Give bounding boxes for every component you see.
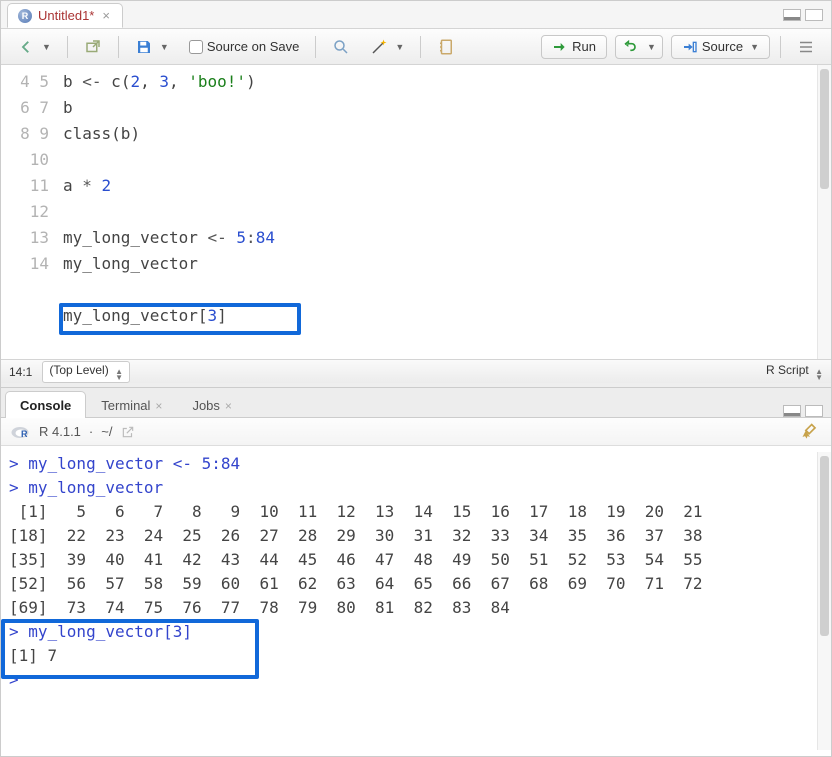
console-output[interactable]: > my_long_vector <- 5:84 > my_long_vecto… xyxy=(1,446,831,756)
find-button[interactable] xyxy=(326,35,356,59)
notebook-icon xyxy=(437,38,455,56)
updown-icon: ▲▼ xyxy=(815,369,823,381)
separator xyxy=(67,36,68,58)
run-button[interactable]: Run xyxy=(541,35,607,59)
rerun-icon xyxy=(622,39,640,55)
goto-dir-icon[interactable] xyxy=(120,425,136,439)
minimize-pane-icon[interactable] xyxy=(783,9,801,21)
search-icon xyxy=(332,38,350,56)
console-scrollbar[interactable] xyxy=(817,452,831,750)
pane-controls xyxy=(783,405,831,417)
wand-icon xyxy=(370,38,388,56)
line-gutter: 4 5 6 7 8 9 10 11 12 13 14 xyxy=(1,65,63,359)
source-pane: R Untitled1* × ▼ ▼ Source on Save xyxy=(1,1,831,387)
file-type-label: R Script xyxy=(766,363,809,377)
chevron-down-icon: ▼ xyxy=(39,42,51,52)
console-header: R R 4.1.1 · ~/ xyxy=(1,418,831,446)
source-on-save-label: Source on Save xyxy=(207,39,300,54)
save-icon xyxy=(135,38,153,56)
close-icon[interactable]: × xyxy=(225,399,232,413)
separator xyxy=(315,36,316,58)
console-tab-strip: Console Terminal× Jobs× xyxy=(1,388,831,418)
compile-report-button[interactable] xyxy=(431,35,461,59)
console-text: > my_long_vector <- 5:84 > my_long_vecto… xyxy=(9,452,817,750)
source-tab-title: Untitled1* xyxy=(38,8,94,23)
arrow-left-icon xyxy=(17,38,35,56)
source-on-save-toggle[interactable]: Source on Save xyxy=(183,36,306,57)
outline-button[interactable] xyxy=(791,35,821,59)
working-dir: ~/ xyxy=(101,424,112,439)
editor-scrollbar[interactable] xyxy=(817,65,831,359)
source-toolbar: ▼ ▼ Source on Save ▼ Run xyxy=(1,29,831,65)
source-button[interactable]: Source ▼ xyxy=(671,35,770,59)
separator xyxy=(780,36,781,58)
pane-controls xyxy=(783,9,831,21)
tab-console[interactable]: Console xyxy=(5,391,86,418)
source-status-bar: 14:1 (Top Level) ▲▼ R Script ▲▼ xyxy=(1,359,831,383)
checkbox-icon xyxy=(189,40,203,54)
separator xyxy=(420,36,421,58)
code-editor[interactable]: 4 5 6 7 8 9 10 11 12 13 14 b <- c(2, 3, … xyxy=(1,65,831,359)
show-in-new-window-button[interactable] xyxy=(78,35,108,59)
scope-label: (Top Level) xyxy=(49,363,108,377)
code-tools-button[interactable]: ▼ xyxy=(364,35,410,59)
tab-terminal[interactable]: Terminal× xyxy=(86,391,177,418)
popout-icon xyxy=(84,38,102,56)
svg-text:R: R xyxy=(21,429,28,439)
code-content[interactable]: b <- c(2, 3, 'boo!') b class(b) a * 2 my… xyxy=(63,65,817,359)
source-tab-strip: R Untitled1* × xyxy=(1,1,831,29)
maximize-pane-icon[interactable] xyxy=(805,9,823,21)
console-sep: · xyxy=(89,424,93,439)
updown-icon: ▲▼ xyxy=(115,369,123,381)
r-file-icon: R xyxy=(18,9,32,23)
nav-back-button[interactable]: ▼ xyxy=(11,35,57,59)
source-icon xyxy=(682,39,698,55)
outline-icon xyxy=(797,38,815,56)
chevron-down-icon: ▼ xyxy=(392,42,404,52)
close-icon[interactable]: × xyxy=(100,8,112,23)
chevron-down-icon: ▼ xyxy=(157,42,169,52)
console-pane: Console Terminal× Jobs× R R 4.1.1 · ~/ >… xyxy=(1,387,831,756)
rerun-button[interactable]: ▼ xyxy=(615,35,663,59)
source-tab[interactable]: R Untitled1* × xyxy=(7,3,123,28)
maximize-pane-icon[interactable] xyxy=(805,405,823,417)
file-type-selector[interactable]: R Script ▲▼ xyxy=(766,363,823,381)
r-version: R 4.1.1 xyxy=(39,424,81,439)
source-label: Source xyxy=(702,39,743,54)
separator xyxy=(118,36,119,58)
minimize-pane-icon[interactable] xyxy=(783,405,801,417)
save-button[interactable]: ▼ xyxy=(129,35,175,59)
close-icon[interactable]: × xyxy=(155,399,162,413)
r-logo-icon: R xyxy=(11,423,31,441)
clear-console-icon[interactable] xyxy=(799,422,821,442)
chevron-down-icon: ▼ xyxy=(747,42,759,52)
chevron-down-icon: ▼ xyxy=(644,42,656,52)
run-icon xyxy=(552,39,568,55)
scope-selector[interactable]: (Top Level) ▲▼ xyxy=(42,361,130,383)
cursor-position: 14:1 xyxy=(9,365,32,379)
run-label: Run xyxy=(572,39,596,54)
tab-jobs[interactable]: Jobs× xyxy=(177,391,246,418)
